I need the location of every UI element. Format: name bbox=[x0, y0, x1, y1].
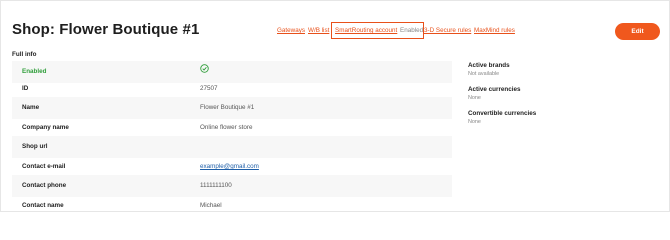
gateways-link[interactable]: Gateways bbox=[277, 27, 305, 34]
wb-list-link[interactable]: W/B list bbox=[308, 27, 329, 34]
active-currencies-title: Active currencies bbox=[468, 86, 521, 93]
info-value: 1111111100 bbox=[200, 182, 232, 189]
side-info-panel: Active brands Not available Active curre… bbox=[468, 62, 536, 134]
info-value: Online flower store bbox=[200, 124, 253, 131]
active-brands-value: Not available bbox=[468, 71, 500, 77]
info-label: ID bbox=[22, 85, 29, 92]
info-row-contact-name: Contact name Michael bbox=[12, 195, 452, 217]
active-currencies-block: Active currencies None bbox=[468, 86, 536, 101]
active-currencies-value: None bbox=[468, 95, 481, 101]
maxmind-rules-link[interactable]: MaxMind rules bbox=[474, 27, 515, 34]
info-label: Enabled bbox=[22, 68, 47, 75]
info-row-contact-phone: Contact phone 1111111100 bbox=[12, 175, 452, 197]
info-value: Michael bbox=[200, 202, 222, 209]
check-circle-icon bbox=[200, 64, 209, 75]
full-info-title: Full info bbox=[12, 51, 37, 58]
info-label: Shop url bbox=[22, 143, 48, 150]
info-label: Contact phone bbox=[22, 182, 67, 189]
edit-button[interactable]: Edit bbox=[615, 23, 660, 40]
smartrouting-account-link[interactable]: SmartRouting account bbox=[335, 27, 397, 34]
info-value: 27507 bbox=[200, 85, 218, 92]
convertible-currencies-title: Convertible currencies bbox=[468, 110, 537, 117]
secure-rules-link[interactable]: 3-D Secure rules bbox=[424, 27, 471, 34]
info-label: Company name bbox=[22, 124, 69, 131]
info-value: Flower Boutique #1 bbox=[200, 104, 255, 111]
convertible-currencies-value: None bbox=[468, 119, 481, 125]
info-row-name: Name Flower Boutique #1 bbox=[12, 97, 452, 119]
info-label: Contact name bbox=[22, 202, 64, 209]
contact-email-link[interactable]: example@gmail.com bbox=[200, 163, 259, 170]
active-brands-title: Active brands bbox=[468, 62, 510, 69]
convertible-currencies-block: Convertible currencies None bbox=[468, 110, 536, 125]
info-label: Contact e-mail bbox=[22, 163, 66, 170]
smartrouting-status: Enabled bbox=[400, 27, 424, 34]
active-brands-block: Active brands Not available bbox=[468, 62, 536, 77]
info-label: Name bbox=[22, 104, 40, 111]
page-title: Shop: Flower Boutique #1 bbox=[12, 21, 200, 38]
info-value: example@gmail.com bbox=[200, 163, 259, 170]
info-row-shop-url: Shop url bbox=[12, 136, 452, 158]
